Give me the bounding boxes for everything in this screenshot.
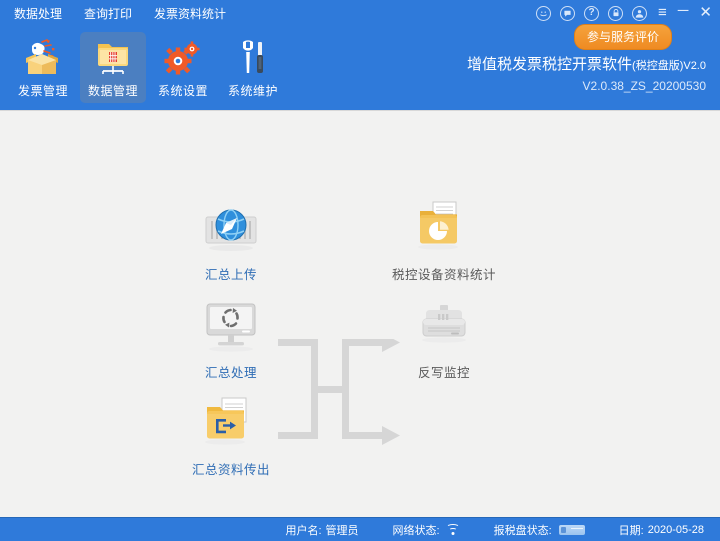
folder-piechart-icon — [411, 199, 477, 259]
globe-server-icon — [198, 199, 264, 259]
tile-summary-upload[interactable]: 汇总上传 — [166, 199, 296, 284]
status-taxdisk: 报税盘状态: — [494, 522, 585, 538]
menu-query-print[interactable]: 查询打印 — [84, 0, 132, 28]
hamburger-menu-icon[interactable]: ≡ — [658, 6, 667, 20]
minimize-button[interactable]: ─ — [678, 4, 689, 18]
wifi-icon — [446, 524, 460, 535]
app-title-sub: (税控盘版)V2.0 — [632, 60, 706, 72]
user-account-icon[interactable] — [632, 6, 647, 21]
application-window: 数据处理 查询打印 发票资料统计 ? ≡ ─ ✕ 参与服务评价 — [0, 0, 720, 541]
service-evaluation-button[interactable]: 参与服务评价 — [574, 24, 672, 50]
ribbon-data-management[interactable]: 数据管理 — [80, 32, 146, 103]
help-question-icon[interactable]: ? — [584, 6, 599, 21]
content-area: 汇总上传 — [0, 110, 720, 517]
tile-device-data-statistics[interactable]: 税控设备资料统计 — [379, 199, 509, 284]
header-bar: 数据处理 查询打印 发票资料统计 ? ≡ ─ ✕ 参与服务评价 — [0, 0, 720, 110]
folder-data-icon — [90, 36, 136, 80]
device-drive-icon — [411, 297, 477, 357]
menu-data-processing[interactable]: 数据处理 — [14, 0, 62, 28]
app-title: 增值税发票税控开票软件(税控盘版)V2.0 — [467, 55, 706, 76]
wrench-screwdriver-icon — [230, 36, 276, 80]
feedback-smiley-icon[interactable] — [536, 6, 551, 21]
ribbon-label: 发票管理 — [18, 82, 68, 99]
app-version: V2.0.38_ZS_20200530 — [467, 77, 706, 95]
status-taxdisk-label: 报税盘状态: — [494, 522, 552, 538]
ribbon-label: 数据管理 — [88, 82, 138, 99]
ribbon-label: 系统维护 — [228, 82, 278, 99]
ribbon-system-maintenance[interactable]: 系统维护 — [220, 32, 286, 103]
close-button[interactable]: ✕ — [699, 6, 712, 20]
app-title-main: 增值税发票税控开票软件 — [467, 56, 632, 73]
status-bar: 用户名: 管理员 网络状态: 报税盘状态: 日期: 2020-05-28 — [0, 517, 720, 541]
ribbon-invoice-management[interactable]: 发票管理 — [10, 32, 76, 103]
usb-key-icon — [559, 525, 585, 535]
app-title-block: 增值税发票税控开票软件(税控盘版)V2.0 V2.0.38_ZS_2020053… — [467, 55, 706, 95]
tile-label: 汇总资料传出 — [166, 462, 296, 479]
message-icon[interactable] — [560, 6, 575, 21]
status-user-value: 管理员 — [326, 522, 359, 538]
ribbon-toolbar: 发票管理 — [10, 32, 290, 103]
menu-invoice-statistics[interactable]: 发票资料统计 — [154, 0, 226, 28]
tile-label: 反写监控 — [379, 365, 509, 382]
status-network-label: 网络状态: — [393, 522, 440, 538]
tile-writeback-monitor[interactable]: 反写监控 — [379, 297, 509, 382]
ribbon-system-settings[interactable]: 系统设置 — [150, 32, 216, 103]
tile-label: 汇总上传 — [166, 267, 296, 284]
window-controls: ? ≡ ─ ✕ — [536, 0, 712, 26]
gears-icon — [160, 36, 206, 80]
status-user-label: 用户名: — [285, 522, 321, 538]
open-box-icon — [20, 36, 66, 80]
tile-summary-process[interactable]: 汇总处理 — [166, 297, 296, 382]
tile-summary-export[interactable]: 汇总资料传出 — [166, 394, 296, 479]
status-user: 用户名: 管理员 — [285, 522, 358, 538]
tile-label: 税控设备资料统计 — [379, 267, 509, 284]
tile-label: 汇总处理 — [166, 365, 296, 382]
status-date: 日期: 2020-05-28 — [619, 522, 704, 538]
status-network: 网络状态: — [393, 522, 460, 538]
monitor-refresh-icon — [198, 297, 264, 357]
lock-icon[interactable] — [608, 6, 623, 21]
menu-bar: 数据处理 查询打印 发票资料统计 — [0, 0, 520, 28]
status-date-label: 日期: — [619, 522, 644, 538]
ribbon-label: 系统设置 — [158, 82, 208, 99]
folder-export-icon — [198, 394, 264, 454]
status-date-value: 2020-05-28 — [648, 524, 704, 536]
